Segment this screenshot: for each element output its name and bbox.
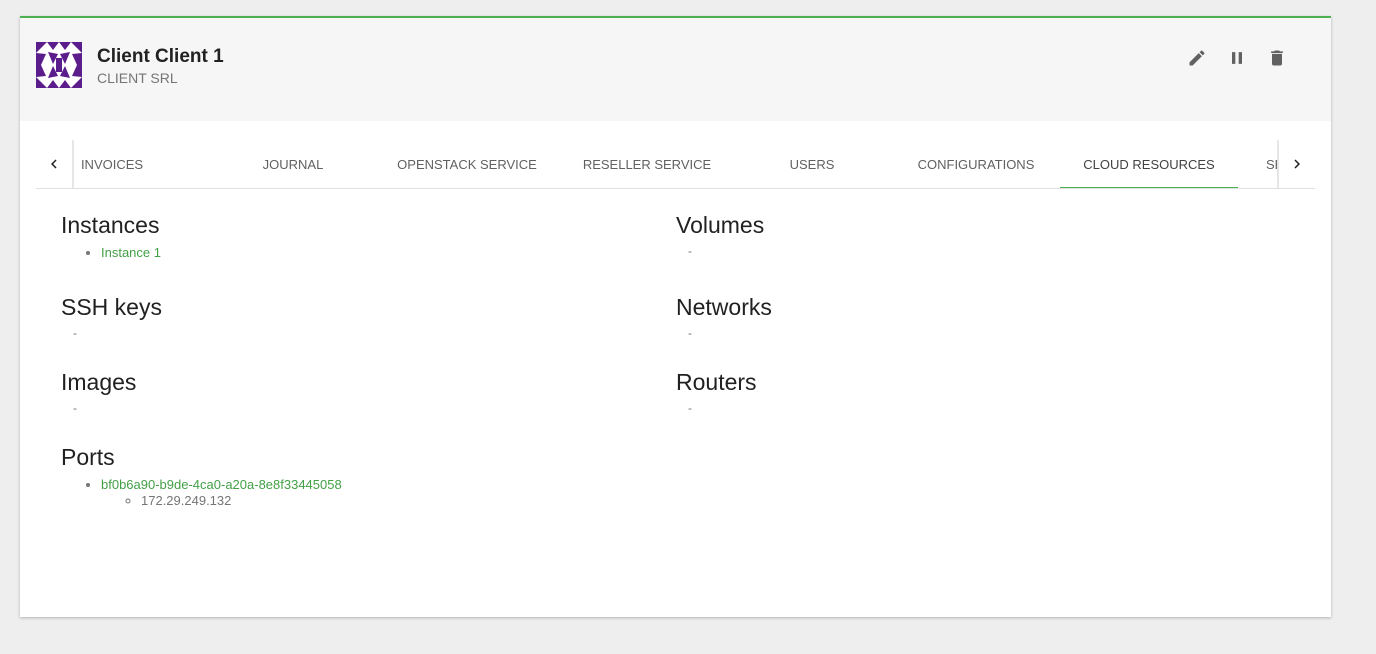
images-empty: - — [73, 401, 77, 415]
tab-configurations[interactable]: Configurations — [901, 140, 1051, 188]
routers-section: Routers - — [676, 369, 757, 414]
port-ip-list: 172.29.249.132 — [101, 493, 342, 509]
tab-scroll-right-button[interactable] — [1277, 140, 1315, 188]
networks-empty: - — [688, 326, 692, 340]
client-actions — [1185, 46, 1289, 70]
chevron-left-icon — [51, 159, 57, 169]
tab-journal[interactable]: Journal — [218, 140, 368, 188]
client-header: Client Client 1 CLIENT SRL — [20, 18, 1331, 121]
ssh-keys-empty: - — [73, 326, 77, 340]
images-title: Images — [61, 369, 137, 395]
port-ip: 172.29.249.132 — [141, 493, 342, 509]
tab-bar: Invoices Journal Openstack service Resel… — [36, 140, 1315, 189]
ports-section: Ports bf0b6a90-b9de-4ca0-a20a-8e8f334450… — [61, 444, 342, 509]
pencil-icon — [1189, 50, 1205, 66]
tab-openstack-service[interactable]: Openstack service — [392, 140, 542, 188]
list-item: Instance 1 — [101, 245, 161, 261]
client-details-card: Client Client 1 CLIENT SRL INVOICES JOUR… — [20, 16, 1331, 617]
client-avatar — [36, 42, 82, 88]
port-link[interactable]: bf0b6a90-b9de-4ca0-a20a-8e8f33445058 — [101, 477, 342, 492]
tab-truncated[interactable]: Se — [1266, 140, 1277, 188]
delete-button[interactable] — [1265, 46, 1289, 70]
ports-list: bf0b6a90-b9de-4ca0-a20a-8e8f33445058 172… — [61, 477, 342, 509]
edit-button[interactable] — [1185, 46, 1209, 70]
routers-title: Routers — [676, 369, 757, 395]
routers-empty: - — [688, 401, 692, 415]
instances-title: Instances — [61, 212, 160, 238]
instances-list: Instance 1 — [61, 245, 161, 261]
pause-icon — [1232, 52, 1242, 64]
tab-reseller-service[interactable]: Reseller service — [572, 140, 722, 188]
chevron-right-icon — [1294, 159, 1300, 169]
networks-title: Networks — [676, 294, 772, 320]
images-section: Images - — [61, 369, 136, 414]
instances-section: Instances Instance 1 — [61, 212, 161, 261]
volumes-empty: - — [688, 244, 692, 258]
tab-invoices[interactable]: Invoices — [74, 140, 150, 188]
tab-users[interactable]: Users — [737, 140, 887, 188]
volumes-title: Volumes — [676, 212, 765, 238]
instance-link[interactable]: Instance 1 — [101, 245, 161, 260]
tab-strip: Invoices Journal Openstack service Resel… — [74, 140, 1277, 188]
client-name: Client Client 1 — [97, 46, 224, 67]
list-item: bf0b6a90-b9de-4ca0-a20a-8e8f33445058 172… — [101, 477, 342, 509]
suspend-button[interactable] — [1225, 46, 1249, 70]
volumes-section: Volumes - — [676, 212, 764, 257]
trash-icon — [1271, 50, 1283, 66]
ssh-keys-title: SSH keys — [61, 294, 162, 320]
tab-scroll-left-button[interactable] — [36, 140, 74, 188]
tab-cloud-resources[interactable]: Cloud resources — [1060, 140, 1238, 188]
networks-section: Networks - — [676, 294, 772, 339]
client-company: CLIENT SRL — [97, 70, 178, 86]
ports-title: Ports — [61, 444, 115, 470]
ssh-keys-section: SSH keys - — [61, 294, 162, 339]
